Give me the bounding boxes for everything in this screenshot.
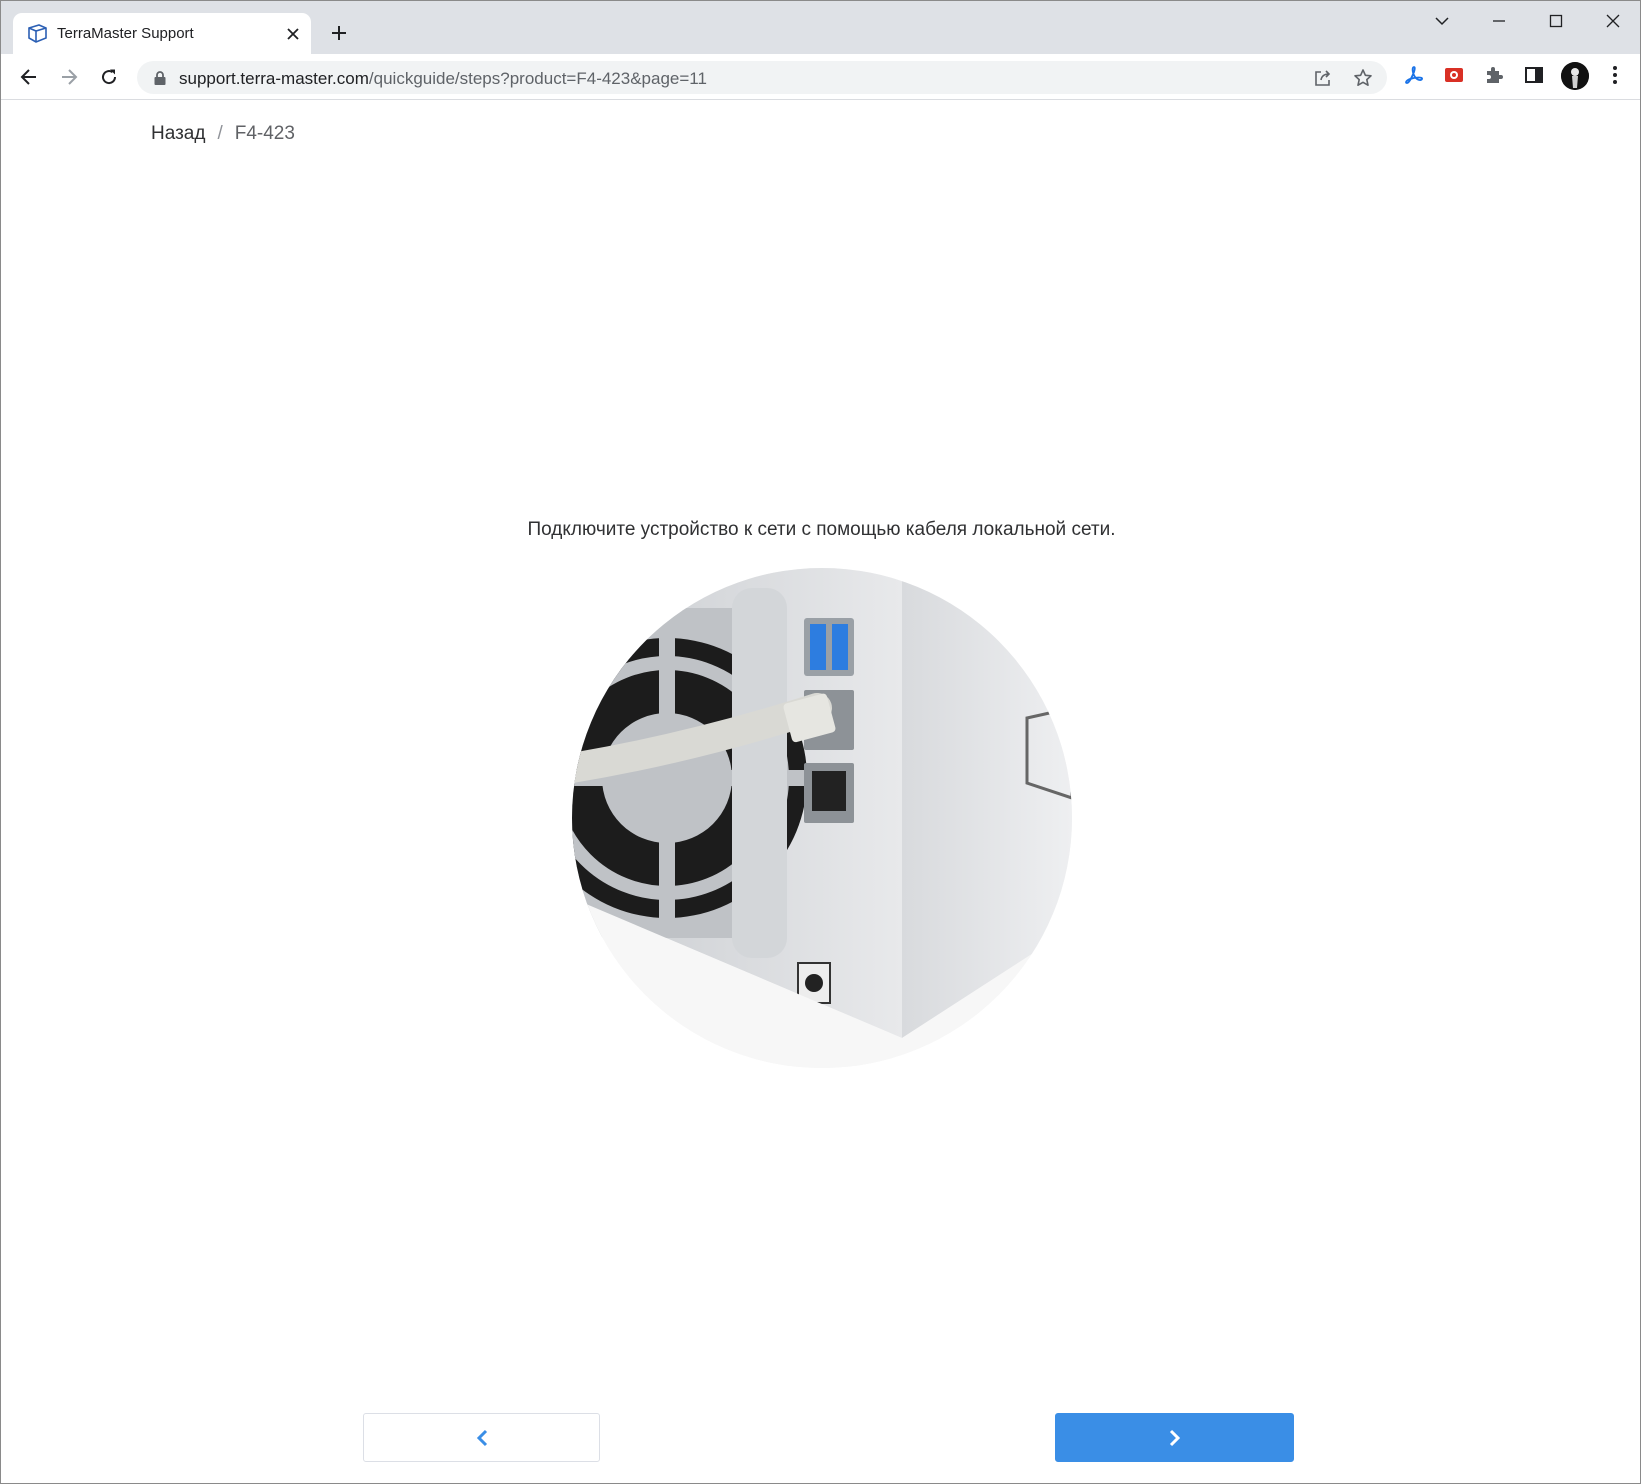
side-panel-icon [1525,67,1543,83]
share-icon [1315,70,1331,86]
arrow-right-icon [62,69,78,85]
chevron-left-icon [476,1429,487,1446]
url-host: support.terra-master.com [179,69,369,88]
share-button[interactable] [1311,66,1335,90]
minimize-button[interactable] [1479,7,1519,35]
arrow-left-icon [20,69,36,85]
browser-tab[interactable]: TerraMaster Support [13,13,311,54]
star-icon [1354,69,1372,86]
profile-avatar[interactable] [1561,62,1589,90]
forward-button[interactable] [55,63,83,91]
prev-step-button[interactable] [363,1413,600,1462]
acrobat-extension-button[interactable] [1402,63,1426,87]
screen-recorder-extension-button[interactable] [1442,63,1466,87]
tab-search-button[interactable] [1422,7,1462,35]
window-close-button[interactable] [1593,7,1633,35]
browser-window: TerraMaster Support support.terra-master… [0,0,1641,1484]
tab-strip: TerraMaster Support [1,1,1640,54]
screen-recorder-icon [1445,68,1463,82]
browser-menu-button[interactable] [1603,63,1627,87]
lock-icon[interactable] [153,70,167,86]
device-photo [572,568,1072,1068]
extensions-button[interactable] [1482,63,1506,87]
tab-close-button[interactable] [283,24,303,44]
maximize-button[interactable] [1536,7,1576,35]
acrobat-icon [1405,66,1423,84]
next-step-button[interactable] [1055,1413,1294,1462]
step-instruction: Подключите устройство к сети с помощью к… [527,519,1116,540]
url-text[interactable]: support.terra-master.com/quickguide/step… [179,69,707,89]
browser-toolbar: support.terra-master.com/quickguide/step… [1,54,1640,100]
reload-button[interactable] [95,63,123,91]
bookmark-button[interactable] [1351,66,1375,90]
chevron-right-icon [1169,1429,1180,1446]
url-path: /quickguide/steps?product=F4-423&page=11 [368,69,707,88]
terramaster-favicon-icon [27,23,48,44]
chevron-down-icon [1435,17,1449,26]
kebab-menu-icon [1613,66,1617,84]
back-button[interactable] [15,63,43,91]
breadcrumb: Назад / F4-423 [151,123,295,145]
maximize-icon [1549,14,1563,28]
breadcrumb-back-link[interactable]: Назад [151,123,205,145]
side-panel-button[interactable] [1522,63,1546,87]
new-tab-button[interactable] [327,21,351,45]
reload-icon [102,69,117,85]
puzzle-icon [1487,67,1503,83]
breadcrumb-current: F4-423 [234,123,295,144]
minimize-icon [1493,20,1505,22]
plus-icon [332,26,346,40]
close-icon [1606,14,1620,28]
breadcrumb-separator: / [217,123,223,144]
close-icon [287,28,299,40]
tab-title: TerraMaster Support [57,25,194,42]
address-bar[interactable]: support.terra-master.com/quickguide/step… [137,61,1387,94]
